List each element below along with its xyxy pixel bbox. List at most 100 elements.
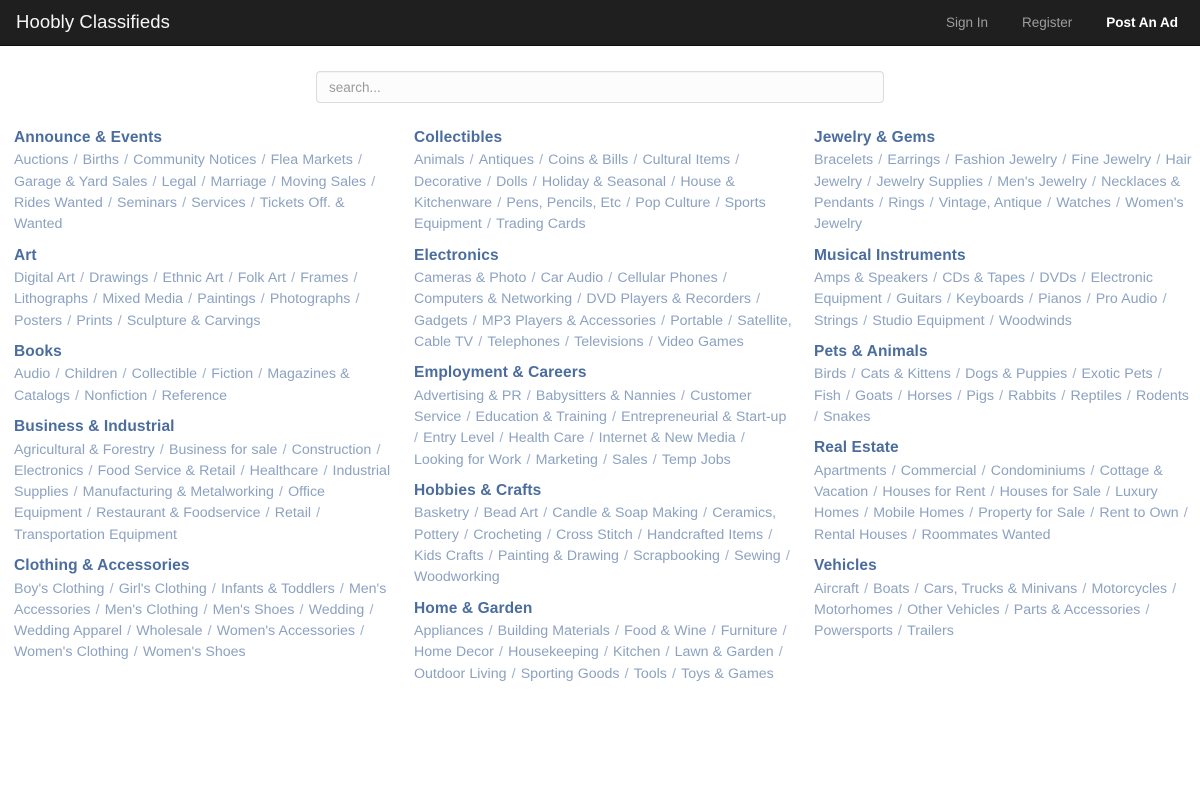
subcategory-link-education-training[interactable]: Education & Training [476, 409, 607, 425]
subcategory-link-tools[interactable]: Tools [634, 666, 667, 682]
category-title-business-industrial[interactable]: Business & Industrial [14, 416, 392, 438]
subcategory-link-antiques[interactable]: Antiques [479, 152, 534, 168]
subcategory-link-looking-for-work[interactable]: Looking for Work [414, 452, 521, 468]
category-title-home-garden[interactable]: Home & Garden [414, 598, 792, 620]
subcategory-link-telephones[interactable]: Telephones [487, 334, 560, 350]
subcategory-link-toys-games[interactable]: Toys & Games [681, 666, 774, 682]
category-title-collectibles[interactable]: Collectibles [414, 127, 792, 149]
subcategory-link-car-audio[interactable]: Car Audio [541, 270, 604, 286]
subcategory-link-snakes[interactable]: Snakes [823, 409, 870, 425]
subcategory-link-temp-jobs[interactable]: Temp Jobs [662, 452, 731, 468]
subcategory-link-cross-stitch[interactable]: Cross Stitch [556, 527, 633, 543]
category-title-jewelry-gems[interactable]: Jewelry & Gems [814, 127, 1192, 149]
nav-link-post-an-ad[interactable]: Post An Ad [1089, 16, 1182, 30]
subcategory-link-wholesale[interactable]: Wholesale [136, 623, 202, 639]
subcategory-link-sculpture-carvings[interactable]: Sculpture & Carvings [127, 313, 261, 329]
subcategory-link-cellular-phones[interactable]: Cellular Phones [617, 270, 717, 286]
subcategory-link-pop-culture[interactable]: Pop Culture [635, 195, 710, 211]
subcategory-link-women-s-clothing[interactable]: Women's Clothing [14, 644, 129, 660]
subcategory-link-restaurant-foodservice[interactable]: Restaurant & Foodservice [96, 505, 260, 521]
subcategory-link-entry-level[interactable]: Entry Level [423, 430, 494, 446]
subcategory-link-bead-art[interactable]: Bead Art [483, 505, 538, 521]
subcategory-link-food-service-retail[interactable]: Food Service & Retail [98, 463, 236, 479]
subcategory-link-men-s-clothing[interactable]: Men's Clothing [105, 602, 199, 618]
subcategory-link-cds-tapes[interactable]: CDs & Tapes [942, 270, 1025, 286]
subcategory-link-ethnic-art[interactable]: Ethnic Art [163, 270, 224, 286]
subcategory-link-babysitters-nannies[interactable]: Babysitters & Nannies [536, 388, 676, 404]
subcategory-link-reptiles[interactable]: Reptiles [1071, 388, 1122, 404]
subcategory-link-photographs[interactable]: Photographs [270, 291, 350, 307]
subcategory-link-woodworking[interactable]: Woodworking [414, 569, 500, 585]
subcategory-link-housekeeping[interactable]: Housekeeping [508, 644, 599, 660]
subcategory-link-commercial[interactable]: Commercial [901, 463, 977, 479]
subcategory-link-legal[interactable]: Legal [162, 174, 197, 190]
subcategory-link-wedding-apparel[interactable]: Wedding Apparel [14, 623, 122, 639]
subcategory-link-woodwinds[interactable]: Woodwinds [999, 313, 1072, 329]
subcategory-link-rides-wanted[interactable]: Rides Wanted [14, 195, 103, 211]
subcategory-link-frames[interactable]: Frames [300, 270, 348, 286]
subcategory-link-scrapbooking[interactable]: Scrapbooking [633, 548, 720, 564]
subcategory-link-bracelets[interactable]: Bracelets [814, 152, 873, 168]
category-title-vehicles[interactable]: Vehicles [814, 555, 1192, 577]
subcategory-link-strings[interactable]: Strings [814, 313, 858, 329]
subcategory-link-collectible[interactable]: Collectible [132, 366, 197, 382]
subcategory-link-digital-art[interactable]: Digital Art [14, 270, 75, 286]
subcategory-link-motorcycles[interactable]: Motorcycles [1091, 581, 1167, 597]
subcategory-link-animals[interactable]: Animals [414, 152, 464, 168]
subcategory-link-basketry[interactable]: Basketry [414, 505, 469, 521]
subcategory-link-computers-networking[interactable]: Computers & Networking [414, 291, 572, 307]
subcategory-link-home-decor[interactable]: Home Decor [414, 644, 494, 660]
subcategory-link-fish[interactable]: Fish [814, 388, 841, 404]
subcategory-link-parts-accessories[interactable]: Parts & Accessories [1014, 602, 1141, 618]
subcategory-link-rent-to-own[interactable]: Rent to Own [1099, 505, 1178, 521]
subcategory-link-studio-equipment[interactable]: Studio Equipment [872, 313, 984, 329]
subcategory-link-posters[interactable]: Posters [14, 313, 62, 329]
subcategory-link-crocheting[interactable]: Crocheting [473, 527, 542, 543]
subcategory-link-cultural-items[interactable]: Cultural Items [642, 152, 730, 168]
subcategory-link-motorhomes[interactable]: Motorhomes [814, 602, 893, 618]
subcategory-link-outdoor-living[interactable]: Outdoor Living [414, 666, 506, 682]
subcategory-link-mp3-players-accessories[interactable]: MP3 Players & Accessories [482, 313, 656, 329]
nav-link-register[interactable]: Register [1005, 16, 1089, 30]
subcategory-link-kids-crafts[interactable]: Kids Crafts [414, 548, 484, 564]
subcategory-link-lawn-garden[interactable]: Lawn & Garden [675, 644, 774, 660]
subcategory-link-children[interactable]: Children [65, 366, 118, 382]
category-title-hobbies-crafts[interactable]: Hobbies & Crafts [414, 480, 792, 502]
subcategory-link-fashion-jewelry[interactable]: Fashion Jewelry [954, 152, 1057, 168]
category-title-art[interactable]: Art [14, 245, 392, 267]
subcategory-link-horses[interactable]: Horses [907, 388, 952, 404]
subcategory-link-appliances[interactable]: Appliances [414, 623, 483, 639]
subcategory-link-prints[interactable]: Prints [76, 313, 112, 329]
subcategory-link-pens-pencils-etc[interactable]: Pens, Pencils, Etc [506, 195, 621, 211]
subcategory-link-amps-speakers[interactable]: Amps & Speakers [814, 270, 928, 286]
subcategory-link-dogs-puppies[interactable]: Dogs & Puppies [965, 366, 1067, 382]
subcategory-link-auctions[interactable]: Auctions [14, 152, 68, 168]
subcategory-link-dolls[interactable]: Dolls [496, 174, 528, 190]
subcategory-link-agricultural-forestry[interactable]: Agricultural & Forestry [14, 442, 155, 458]
subcategory-link-births[interactable]: Births [83, 152, 119, 168]
subcategory-link-watches[interactable]: Watches [1056, 195, 1111, 211]
subcategory-link-sporting-goods[interactable]: Sporting Goods [521, 666, 620, 682]
subcategory-link-goats[interactable]: Goats [855, 388, 893, 404]
subcategory-link-condominiums[interactable]: Condominiums [991, 463, 1086, 479]
subcategory-link-health-care[interactable]: Health Care [509, 430, 585, 446]
subcategory-link-folk-art[interactable]: Folk Art [238, 270, 286, 286]
subcategory-link-televisions[interactable]: Televisions [574, 334, 643, 350]
subcategory-link-women-s-accessories[interactable]: Women's Accessories [217, 623, 355, 639]
subcategory-link-entrepreneurial-start-up[interactable]: Entrepreneurial & Start-up [621, 409, 786, 425]
subcategory-link-exotic-pets[interactable]: Exotic Pets [1081, 366, 1152, 382]
subcategory-link-seminars[interactable]: Seminars [117, 195, 177, 211]
subcategory-link-roommates-wanted[interactable]: Roommates Wanted [922, 527, 1051, 543]
subcategory-link-cats-kittens[interactable]: Cats & Kittens [861, 366, 951, 382]
subcategory-link-sewing[interactable]: Sewing [734, 548, 781, 564]
subcategory-link-pro-audio[interactable]: Pro Audio [1096, 291, 1158, 307]
subcategory-link-wedding[interactable]: Wedding [309, 602, 365, 618]
subcategory-link-fine-jewelry[interactable]: Fine Jewelry [1071, 152, 1151, 168]
subcategory-link-flea-markets[interactable]: Flea Markets [271, 152, 353, 168]
subcategory-link-nonfiction[interactable]: Nonfiction [84, 388, 147, 404]
subcategory-link-healthcare[interactable]: Healthcare [250, 463, 319, 479]
subcategory-link-portable[interactable]: Portable [670, 313, 723, 329]
subcategory-link-other-vehicles[interactable]: Other Vehicles [907, 602, 999, 618]
subcategory-link-decorative[interactable]: Decorative [414, 174, 482, 190]
subcategory-link-handcrafted-items[interactable]: Handcrafted Items [647, 527, 763, 543]
